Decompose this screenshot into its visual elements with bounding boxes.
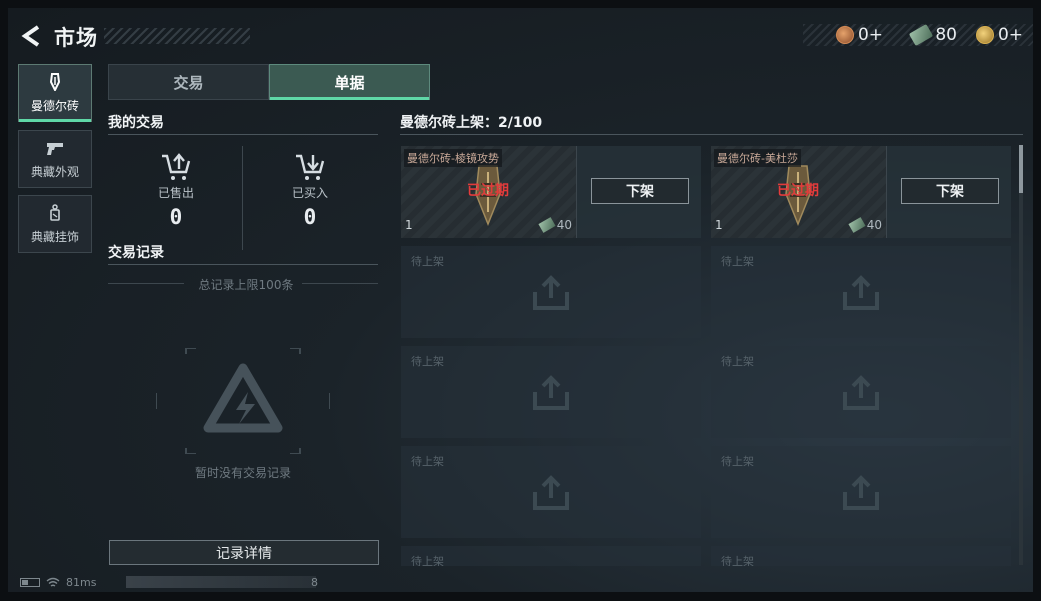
category-charms[interactable]: 典藏挂饰: [18, 195, 92, 253]
cash-bill-icon: [538, 217, 556, 233]
currency-gold-coin[interactable]: 0+: [975, 23, 1023, 47]
pending-label: 待上架: [721, 255, 754, 268]
item-quantity: 1: [405, 218, 413, 232]
divider: [400, 134, 1023, 135]
empty-listing-slot[interactable]: 待上架: [401, 246, 701, 338]
category-label: 曼德尔砖: [30, 98, 79, 113]
button-label: 下架: [936, 184, 964, 200]
listings-scrollbar[interactable]: [1019, 145, 1023, 565]
status-number: 8: [311, 576, 318, 589]
item-name: 曼德尔砖-棱镜攻势: [404, 149, 502, 167]
item-price: 40: [848, 217, 882, 233]
charm-icon: [50, 203, 60, 221]
battery-icon: [20, 578, 40, 587]
delist-button[interactable]: 下架: [901, 178, 999, 204]
currency-cash[interactable]: 80: [909, 23, 957, 47]
button-label: 记录详情: [216, 545, 272, 562]
title-decoration: [104, 28, 250, 44]
divider: [108, 264, 378, 265]
market-screen: 市场 0+ 80 0+ 曼德尔砖 典藏外观 典藏挂饰 交易 单据 我的交易 已售…: [8, 8, 1033, 592]
pending-label: 待上架: [411, 355, 444, 368]
upload-icon: [533, 275, 569, 310]
status-strip: [126, 576, 316, 588]
tab-label: 单据: [334, 73, 365, 92]
bought-value: 0: [303, 205, 317, 229]
empty-listing-slot[interactable]: 待上架: [711, 446, 1011, 538]
currency-value: 0+: [997, 25, 1023, 45]
expired-status: 已过期: [777, 183, 819, 199]
empty-listing-slot[interactable]: 待上架: [401, 446, 701, 538]
category-mandel-brick[interactable]: 曼德尔砖: [18, 64, 92, 122]
upload-icon: [533, 375, 569, 410]
sold-stat: 已售出 0: [116, 152, 236, 229]
page-title: 市场: [54, 26, 98, 50]
sold-label: 已售出: [157, 186, 194, 200]
orange-coin-icon: [835, 26, 854, 44]
tab-orders[interactable]: 单据: [269, 64, 430, 100]
device-status: 81ms: [20, 576, 96, 589]
records-title: 交易记录: [108, 245, 164, 261]
pending-label: 待上架: [721, 455, 754, 468]
tab-trade[interactable]: 交易: [108, 64, 269, 100]
expired-status: 已过期: [467, 183, 509, 199]
cart-up-icon: [162, 153, 191, 180]
record-details-button[interactable]: 记录详情: [109, 540, 379, 565]
pending-label: 待上架: [411, 555, 444, 566]
pending-label: 待上架: [411, 455, 444, 468]
empty-listing-slot[interactable]: 待上架: [711, 246, 1011, 338]
divider: [108, 283, 184, 284]
sold-value: 0: [169, 205, 183, 229]
back-arrow-icon[interactable]: [20, 24, 42, 48]
divider: [108, 134, 378, 135]
item-quantity: 1: [715, 218, 723, 232]
cash-bill-icon: [909, 23, 934, 47]
item-name: 曼德尔砖-美杜莎: [714, 149, 801, 167]
category-label: 典藏挂饰: [30, 229, 79, 244]
category-label: 典藏外观: [30, 164, 79, 179]
delist-button[interactable]: 下架: [591, 178, 689, 204]
item-price: 40: [538, 217, 572, 233]
price-value: 40: [556, 218, 572, 232]
upload-icon: [843, 475, 879, 510]
stat-divider: [242, 146, 243, 250]
listings-title: 曼德尔砖上架：2/100: [400, 115, 543, 131]
tab-label: 交易: [173, 73, 204, 92]
listing-slot: 曼德尔砖-美杜莎 已过期 1 40 下架: [711, 146, 1011, 238]
currency-orange-coin[interactable]: 0+: [835, 23, 883, 47]
cart-down-icon: [296, 154, 325, 180]
pending-label: 待上架: [411, 255, 444, 268]
bought-stat: 已买入 0: [250, 152, 370, 229]
empty-listing-slot[interactable]: 待上架: [711, 546, 1011, 566]
cash-bill-icon: [848, 217, 866, 233]
pending-label: 待上架: [721, 555, 754, 566]
upload-icon: [533, 475, 569, 510]
empty-listing-slot[interactable]: 待上架: [401, 346, 701, 438]
item-card[interactable]: 曼德尔砖-美杜莎 已过期 1 40: [711, 146, 887, 238]
mandel-brick-icon: [49, 72, 61, 91]
listing-slot: 曼德尔砖-棱镜攻势 已过期 1 40 下架: [401, 146, 701, 238]
upload-icon: [843, 375, 879, 410]
wifi-icon: [46, 577, 60, 587]
empty-listing-slot[interactable]: 待上架: [401, 546, 701, 566]
ping-text: 81ms: [66, 576, 97, 589]
empty-listing-slot[interactable]: 待上架: [711, 346, 1011, 438]
currency-value: 0+: [857, 25, 883, 45]
gold-coin-icon: [975, 26, 994, 44]
empty-records-logo-icon: [156, 348, 330, 454]
empty-records-text: 暂时没有交易记录: [194, 466, 291, 480]
upload-icon: [843, 275, 879, 310]
category-skins[interactable]: 典藏外观: [18, 130, 92, 188]
pending-label: 待上架: [721, 355, 754, 368]
item-card[interactable]: 曼德尔砖-棱镜攻势 已过期 1 40: [401, 146, 577, 238]
price-value: 40: [866, 218, 882, 232]
my-trades-title: 我的交易: [108, 115, 164, 131]
currency-value: 80: [935, 25, 957, 45]
records-limit-text: 总记录上限100条: [198, 278, 294, 292]
pistol-icon: [47, 142, 63, 155]
bought-label: 已买入: [291, 186, 328, 200]
scroll-thumb[interactable]: [1019, 145, 1023, 193]
button-label: 下架: [626, 184, 654, 200]
